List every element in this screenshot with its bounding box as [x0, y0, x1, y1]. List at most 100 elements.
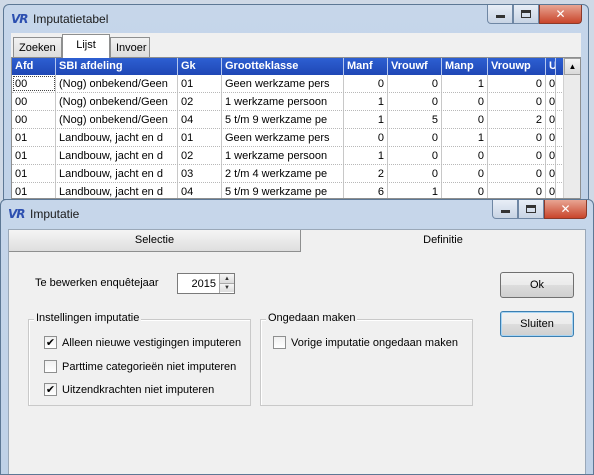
table-cell[interactable]: 1 werkzame persoon: [222, 147, 344, 164]
table-cell[interactable]: 0: [442, 93, 488, 110]
table-cell[interactable]: Geen werkzame pers: [222, 129, 344, 146]
table-cell[interactable]: 1: [442, 129, 488, 146]
table-cell[interactable]: Geen werkzame pers: [222, 75, 344, 92]
table-cell[interactable]: 0: [546, 93, 556, 110]
table-cell[interactable]: 1: [344, 147, 388, 164]
ok-button[interactable]: Ok: [500, 272, 574, 298]
year-spinner[interactable]: 2015 ▲ ▼: [177, 273, 235, 294]
spin-down-icon[interactable]: ▼: [220, 283, 234, 292]
table-cell[interactable]: 0: [488, 129, 546, 146]
table-cell[interactable]: 2: [488, 111, 546, 128]
column-header[interactable]: Afd: [12, 58, 56, 75]
table-cell[interactable]: 1: [442, 75, 488, 92]
table-cell[interactable]: 03: [178, 165, 222, 182]
table-cell[interactable]: 0: [488, 93, 546, 110]
table-cell[interactable]: Landbouw, jacht en d: [56, 147, 178, 164]
column-header[interactable]: Vrouwp: [488, 58, 546, 75]
table-cell[interactable]: 2 t/m 4 werkzame pe: [222, 165, 344, 182]
table-cell[interactable]: 0: [488, 183, 546, 198]
table-cell[interactable]: 0: [488, 165, 546, 182]
table-cell[interactable]: 00: [12, 93, 56, 110]
table-row[interactable]: 00 (Nog) onbekend/Geen 04 5 t/m 9 werkzame …: [12, 111, 580, 129]
table-cell[interactable]: 0: [488, 75, 546, 92]
table-cell[interactable]: 1: [344, 111, 388, 128]
table-row[interactable]: 01 Landbouw, jacht en d 02 1 werkzame perso…: [12, 147, 580, 165]
tab-invoer[interactable]: Invoer: [110, 37, 150, 57]
maximize-button[interactable]: [518, 200, 544, 219]
column-header[interactable]: Manp: [442, 58, 488, 75]
vertical-scrollbar[interactable]: ▲: [563, 58, 580, 198]
table-cell[interactable]: 01: [178, 75, 222, 92]
table-cell[interactable]: Landbouw, jacht en d: [56, 129, 178, 146]
column-header[interactable]: Vrouwf: [388, 58, 442, 75]
table-cell[interactable]: 0: [546, 147, 556, 164]
table-cell[interactable]: 5 t/m 9 werkzame pe: [222, 183, 344, 198]
table-row[interactable]: 00 (Nog) onbekend/Geen 01 Geen werkzame per…: [12, 75, 580, 93]
table-cell[interactable]: 00: [12, 111, 56, 128]
table-cell[interactable]: (Nog) onbekend/Geen: [56, 93, 178, 110]
table-cell[interactable]: 02: [178, 147, 222, 164]
table-cell[interactable]: 01: [12, 183, 56, 198]
table-cell[interactable]: 0: [388, 165, 442, 182]
checkbox-uitzendkrachten[interactable]: ✔ Uitzendkrachten niet imputeren: [44, 383, 214, 396]
column-header[interactable]: Gk: [178, 58, 222, 75]
table-cell[interactable]: 0: [442, 183, 488, 198]
column-header[interactable]: U: [546, 58, 556, 75]
table-cell[interactable]: 0: [442, 111, 488, 128]
table-cell[interactable]: 0: [546, 165, 556, 182]
table-cell[interactable]: 0: [388, 75, 442, 92]
table-cell[interactable]: 01: [12, 147, 56, 164]
table-cell[interactable]: 0: [344, 75, 388, 92]
checkbox-vorige-imputatie-ongedaan[interactable]: Vorige imputatie ongedaan maken: [273, 336, 458, 349]
data-grid[interactable]: Afd SBI afdeling Gk Grootteklasse Manf Vrouwf…: [11, 57, 581, 199]
table-cell[interactable]: 0: [546, 111, 556, 128]
checkbox-alleen-nieuwe-vestigingen[interactable]: ✔ Alleen nieuwe vestigingen imputeren: [44, 336, 241, 349]
table-cell[interactable]: 01: [12, 129, 56, 146]
close-button[interactable]: ✕: [539, 5, 582, 24]
minimize-button[interactable]: [487, 5, 513, 24]
table-cell[interactable]: 04: [178, 183, 222, 198]
close-button[interactable]: ✕: [544, 200, 587, 219]
table-row[interactable]: 01 Landbouw, jacht en d 03 2 t/m 4 werkzame…: [12, 165, 580, 183]
table-cell[interactable]: 2: [344, 165, 388, 182]
table-cell[interactable]: Landbouw, jacht en d: [56, 165, 178, 182]
table-cell[interactable]: 1: [344, 93, 388, 110]
table-cell[interactable]: 04: [178, 111, 222, 128]
sluiten-button[interactable]: Sluiten: [500, 311, 574, 337]
table-row[interactable]: 01 Landbouw, jacht en d 04 5 t/m 9 werkzame…: [12, 183, 580, 198]
table-cell[interactable]: 00: [12, 75, 56, 92]
table-cell[interactable]: 0: [546, 129, 556, 146]
table-cell[interactable]: 0: [442, 165, 488, 182]
table-row[interactable]: 00 (Nog) onbekend/Geen 02 1 werkzame persoo…: [12, 93, 580, 111]
table-cell[interactable]: 02: [178, 93, 222, 110]
tab-lijst[interactable]: Lijst: [62, 34, 110, 58]
table-cell[interactable]: 5: [388, 111, 442, 128]
spin-up-icon[interactable]: ▲: [220, 274, 234, 283]
tab-definitie[interactable]: Definitie: [301, 230, 585, 252]
table-cell[interactable]: (Nog) onbekend/Geen: [56, 111, 178, 128]
table-cell[interactable]: 1 werkzame persoon: [222, 93, 344, 110]
tab-zoeken[interactable]: Zoeken: [13, 37, 62, 57]
column-header[interactable]: Grootteklasse: [222, 58, 344, 75]
table-cell[interactable]: 5 t/m 9 werkzame pe: [222, 111, 344, 128]
table-cell[interactable]: 0: [388, 93, 442, 110]
table-cell[interactable]: 0: [388, 129, 442, 146]
checkbox-parttime-categorieen[interactable]: Parttime categorieën niet imputeren: [44, 360, 236, 373]
table-cell[interactable]: 01: [12, 165, 56, 182]
table-cell[interactable]: 0: [442, 147, 488, 164]
title-bar[interactable]: VR Imputatietabel ✕: [4, 5, 588, 33]
table-cell[interactable]: (Nog) onbekend/Geen: [56, 75, 178, 92]
column-header[interactable]: SBI afdeling: [56, 58, 178, 75]
minimize-button[interactable]: [492, 200, 518, 219]
tab-selectie[interactable]: Selectie: [9, 230, 301, 252]
table-cell[interactable]: 6: [344, 183, 388, 198]
table-cell[interactable]: Landbouw, jacht en d: [56, 183, 178, 198]
table-row[interactable]: 01 Landbouw, jacht en d 01 Geen werkzame pe…: [12, 129, 580, 147]
column-header[interactable]: Manf: [344, 58, 388, 75]
table-cell[interactable]: 0: [546, 75, 556, 92]
table-cell[interactable]: 0: [344, 129, 388, 146]
scroll-up-arrow-icon[interactable]: ▲: [564, 58, 580, 75]
title-bar[interactable]: VR Imputatie ✕: [1, 200, 593, 228]
maximize-button[interactable]: [513, 5, 539, 24]
table-cell[interactable]: 0: [388, 147, 442, 164]
